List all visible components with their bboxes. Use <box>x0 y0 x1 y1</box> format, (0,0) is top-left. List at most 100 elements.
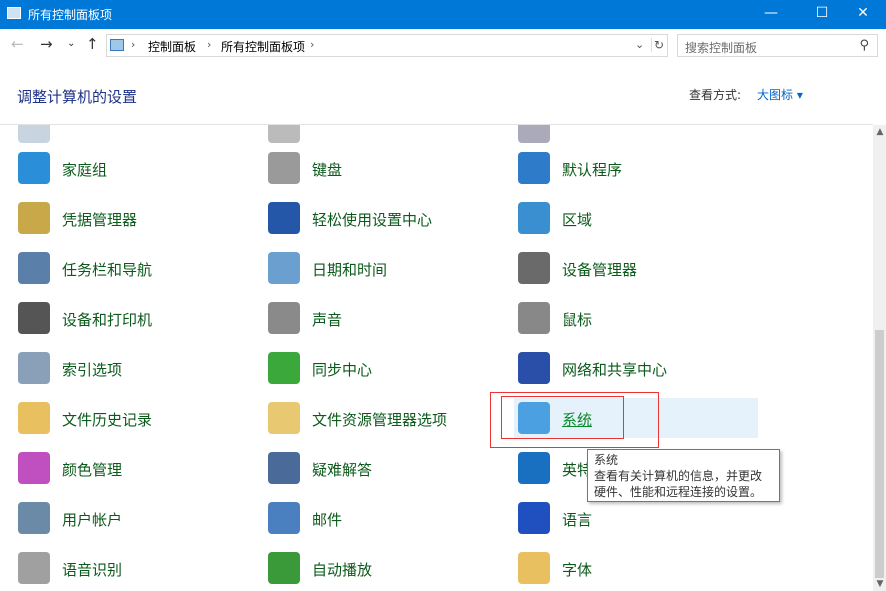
taskbar-icon <box>18 125 50 143</box>
fonts-icon <box>518 552 550 584</box>
item-ease-of-access[interactable]: 轻松使用设置中心 <box>268 198 508 238</box>
item-user-accounts[interactable]: 用户帐户 <box>18 498 258 538</box>
item-sound[interactable]: 声音 <box>268 298 508 338</box>
troubleshooting-icon <box>268 452 300 484</box>
sync-center-icon <box>268 352 300 384</box>
items-grid: 家庭组 键盘 默认程序凭据管理器 轻松使用设置中心 区域任务栏和导航 日期和时间 设备管理器… <box>0 125 873 591</box>
scroll-up-button[interactable]: ▲ <box>874 127 886 137</box>
view-by-dropdown[interactable]: 大图标 ▾ <box>757 86 803 103</box>
search-box[interactable]: 搜索控制面板 ⚲ <box>677 34 878 57</box>
item-device-manager[interactable]: 设备管理器 <box>518 248 758 288</box>
mail-icon <box>268 502 300 534</box>
item-label: 鼠标 <box>562 311 593 329</box>
item-homegroup[interactable]: 家庭组 <box>18 148 258 188</box>
tooltip-text: 查看有关计算机的信息，并更改硬件、性能和远程连接的设置。 <box>594 469 763 499</box>
ease-of-access-icon <box>268 202 300 234</box>
scrollbar-thumb[interactable] <box>875 330 884 578</box>
item-label: 网络和共享中心 <box>562 361 668 379</box>
item-label: 索引选项 <box>62 361 123 379</box>
page-title: 调整计算机的设置 <box>17 88 138 106</box>
item-speech-recognition[interactable]: 语音识别 <box>18 548 258 588</box>
partial-item[interactable] <box>18 125 258 147</box>
homegroup-icon <box>18 152 50 184</box>
indexing-icon <box>18 352 50 384</box>
recent-locations-button[interactable]: ⌄ <box>67 38 75 49</box>
intel-graphics-icon <box>518 452 550 484</box>
date-time-icon <box>268 252 300 284</box>
speech-recognition-icon <box>18 552 50 584</box>
chevron-right-icon: › <box>131 38 136 51</box>
minimize-button[interactable]: — <box>748 0 794 29</box>
item-system[interactable]: 系统 <box>514 398 758 438</box>
item-region[interactable]: 区域 <box>518 198 758 238</box>
file-history-icon <box>18 402 50 434</box>
window-title: 所有控制面板项 <box>28 8 113 22</box>
control-panel-icon <box>7 7 21 19</box>
item-language[interactable]: 语言 <box>518 498 758 538</box>
language-icon <box>518 502 550 534</box>
item-troubleshooting[interactable]: 疑难解答 <box>268 448 508 488</box>
item-keyboard[interactable]: 键盘 <box>268 148 508 188</box>
item-indexing[interactable]: 索引选项 <box>18 348 258 388</box>
forward-button[interactable]: → <box>40 35 53 53</box>
close-button[interactable]: ✕ <box>840 0 886 29</box>
item-autoplay[interactable]: 自动播放 <box>268 548 508 588</box>
view-by-label: 查看方式: <box>689 88 742 102</box>
item-label: 默认程序 <box>562 161 623 179</box>
item-label: 颜色管理 <box>62 461 123 479</box>
partial-item[interactable] <box>518 125 758 147</box>
keyboard-icon <box>268 152 300 184</box>
address-bar[interactable]: › 控制面板 › 所有控制面板项 › ⌄ ↻ <box>106 34 668 57</box>
mouse-icon <box>518 302 550 334</box>
network-icon <box>518 352 550 384</box>
item-label: 家庭组 <box>62 161 108 179</box>
item-devices-printers[interactable]: 设备和打印机 <box>18 298 258 338</box>
title-bar: 所有控制面板项 — ☐ ✕ <box>0 0 886 29</box>
system-icon <box>518 402 550 434</box>
color-management-icon <box>18 452 50 484</box>
item-label: 同步中心 <box>312 361 373 379</box>
address-dropdown-button[interactable]: ⌄ <box>635 38 644 51</box>
breadcrumb-control-panel[interactable]: 控制面板 <box>148 38 196 55</box>
chevron-right-icon: › <box>207 38 212 51</box>
item-label: 语言 <box>562 511 593 529</box>
maximize-button[interactable]: ☐ <box>799 0 845 29</box>
item-network[interactable]: 网络和共享中心 <box>518 348 758 388</box>
item-sync-center[interactable]: 同步中心 <box>268 348 508 388</box>
chevron-right-icon: › <box>310 38 315 51</box>
item-fonts[interactable]: 字体 <box>518 548 758 588</box>
item-label: 区域 <box>562 211 593 229</box>
search-placeholder: 搜索控制面板 <box>685 41 758 55</box>
item-label: 用户帐户 <box>62 511 123 529</box>
sound-icon <box>268 302 300 334</box>
item-label: 键盘 <box>312 161 343 179</box>
item-taskbar[interactable]: 任务栏和导航 <box>18 248 258 288</box>
item-file-history[interactable]: 文件历史记录 <box>18 398 258 438</box>
breadcrumb-all-items[interactable]: 所有控制面板项 <box>221 38 305 55</box>
item-label: 任务栏和导航 <box>62 261 153 279</box>
item-credential-manager[interactable]: 凭据管理器 <box>18 198 258 238</box>
item-mouse[interactable]: 鼠标 <box>518 298 758 338</box>
item-label: 疑难解答 <box>312 461 373 479</box>
item-color-management[interactable]: 颜色管理 <box>18 448 258 488</box>
search-icon[interactable]: ⚲ <box>859 38 869 53</box>
partial-item[interactable] <box>268 125 508 147</box>
autoplay-icon <box>268 552 300 584</box>
item-label: 自动播放 <box>312 561 373 579</box>
item-default-programs[interactable]: 默认程序 <box>518 148 758 188</box>
item-label: 系统 <box>562 411 593 429</box>
tooltip-title: 系统 <box>594 453 619 467</box>
item-label: 邮件 <box>312 511 343 529</box>
scroll-down-button[interactable]: ▼ <box>874 579 886 589</box>
item-icon <box>518 125 550 143</box>
item-label: 凭据管理器 <box>62 211 138 229</box>
item-mail[interactable]: 邮件 <box>268 498 508 538</box>
item-folder-options[interactable]: 文件资源管理器选项 <box>268 398 508 438</box>
item-label: 声音 <box>312 311 343 329</box>
tooltip: 系统 查看有关计算机的信息，并更改硬件、性能和远程连接的设置。 <box>587 449 780 502</box>
refresh-button[interactable]: ↻ <box>651 38 664 52</box>
up-button[interactable]: ↑ <box>86 35 99 53</box>
item-date-time[interactable]: 日期和时间 <box>268 248 508 288</box>
default-programs-icon <box>518 152 550 184</box>
back-button[interactable]: ← <box>11 35 24 53</box>
